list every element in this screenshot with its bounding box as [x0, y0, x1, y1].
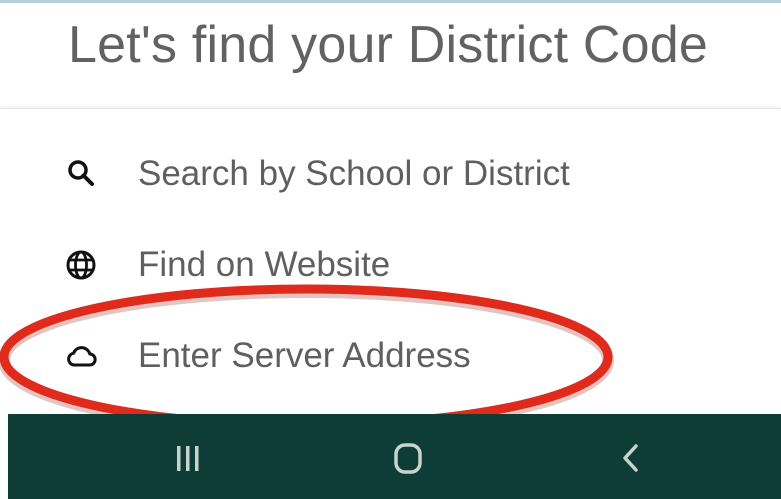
home-icon — [394, 443, 422, 474]
enter-server-address-label: Enter Server Address — [138, 336, 471, 375]
globe-icon — [66, 250, 96, 280]
find-on-website-label: Find on Website — [138, 245, 391, 284]
page-title: Let's find your District Code — [68, 16, 708, 74]
enter-server-address-option[interactable]: Enter Server Address — [0, 316, 781, 396]
recent-apps-button[interactable] — [165, 438, 211, 478]
search-by-school-label: Search by School or District — [138, 154, 570, 193]
back-icon — [623, 444, 638, 472]
search-icon — [68, 160, 94, 186]
recent-apps-icon — [177, 446, 199, 471]
system-navigation-bar — [8, 414, 781, 499]
search-by-school-option[interactable]: Search by School or District — [0, 134, 781, 214]
home-button[interactable] — [385, 438, 431, 478]
find-on-website-option[interactable]: Find on Website — [0, 225, 781, 305]
cloud-icon — [67, 346, 97, 367]
header: Let's find your District Code — [0, 0, 781, 108]
back-button[interactable] — [608, 438, 654, 478]
